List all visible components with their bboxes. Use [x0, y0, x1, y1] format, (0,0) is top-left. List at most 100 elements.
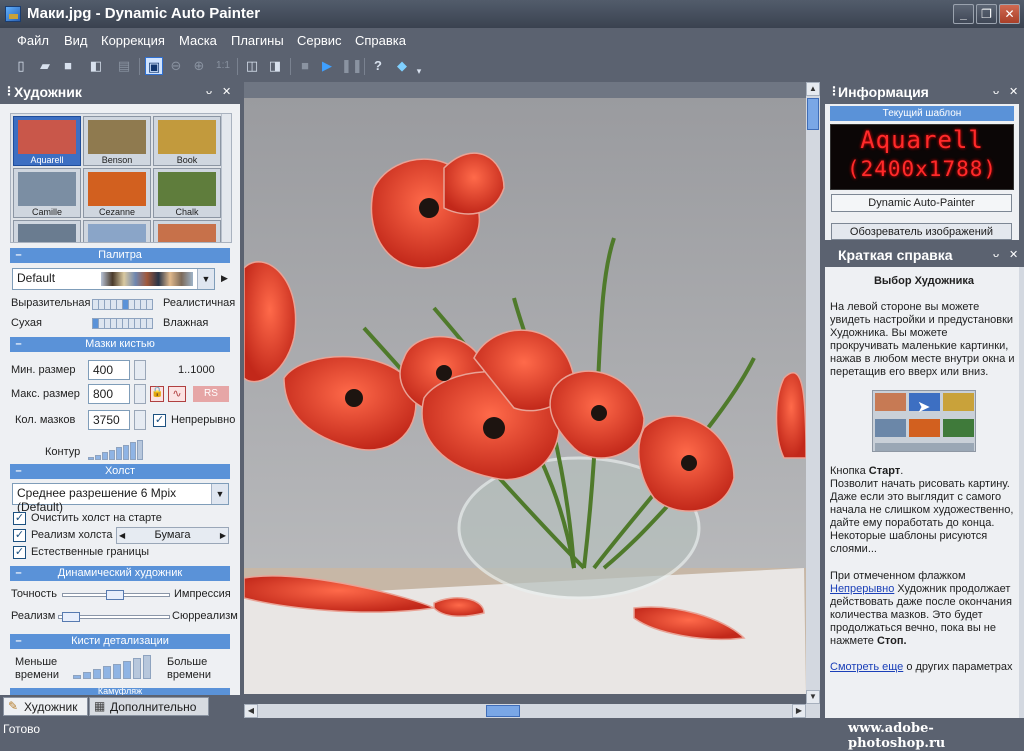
max-size-stepper[interactable] — [134, 384, 146, 404]
menu-file[interactable]: Файл — [17, 33, 49, 48]
natural-borders-checkbox[interactable]: ✓ — [13, 546, 26, 559]
zoom-actual-button[interactable]: 1:1 — [214, 57, 232, 75]
scroll-up-icon[interactable]: ▲ — [806, 82, 820, 96]
split-view-icon[interactable]: ◫ — [243, 57, 261, 75]
menu-correction[interactable]: Коррекция — [101, 33, 165, 48]
artist-thumb[interactable]: Camille — [13, 168, 81, 218]
help-icon[interactable]: ? — [369, 57, 387, 75]
artist-thumb[interactable]: Book — [153, 116, 221, 166]
dynamic-artist-section[interactable]: – Динамический художник — [10, 566, 230, 581]
eraser-icon[interactable]: ◆ — [393, 57, 411, 75]
slider-tick[interactable] — [146, 299, 153, 310]
close-button[interactable]: ✕ — [999, 4, 1020, 24]
canvas-section[interactable]: – Холст — [10, 464, 230, 479]
stroke-count-stepper[interactable] — [134, 410, 146, 430]
compare-view-icon[interactable]: ◨ — [266, 57, 284, 75]
resolution-select[interactable]: Среднее разрешение 6 Mpix (Default) ▼ — [12, 483, 229, 514]
max-size-input[interactable]: 800 — [88, 384, 130, 404]
pin-icon[interactable]: ᴗ — [993, 248, 999, 260]
toolbar-overflow-icon[interactable]: ▾ — [414, 62, 424, 80]
level-bar[interactable] — [113, 664, 121, 679]
level-bar[interactable] — [123, 445, 129, 460]
scroll-down-icon[interactable]: ▼ — [806, 690, 820, 704]
pause-icon[interactable]: ❚❚ — [341, 57, 363, 75]
scroll-right-icon[interactable]: ▶ — [792, 704, 806, 718]
level-bar[interactable] — [109, 450, 115, 460]
artist-thumb[interactable]: Cezanne — [83, 168, 151, 218]
canvas-realism-spinner[interactable]: ◀ Бумага ▶ — [116, 527, 229, 544]
realism-slider-thumb[interactable] — [62, 612, 80, 622]
play-icon[interactable]: ▶ — [318, 57, 336, 75]
level-bar[interactable] — [116, 447, 122, 460]
accuracy-slider-thumb[interactable] — [106, 590, 124, 600]
new-icon[interactable]: ▯ — [12, 57, 30, 75]
rs-button[interactable]: RS — [193, 386, 229, 402]
level-bar[interactable] — [102, 452, 108, 460]
wave-icon[interactable]: ∿ — [168, 386, 186, 402]
lock-icon[interactable]: 🔒 — [150, 386, 164, 402]
help-scrollbar[interactable] — [1019, 267, 1024, 718]
gallery-scrollbar[interactable] — [221, 114, 231, 242]
menu-help[interactable]: Справка — [355, 33, 406, 48]
level-bar[interactable] — [103, 666, 111, 679]
level-bar[interactable] — [88, 457, 94, 460]
level-bar[interactable] — [83, 672, 91, 679]
palette-more-icon[interactable]: ▶ — [221, 273, 228, 284]
level-bar[interactable] — [137, 440, 143, 460]
detail-slider[interactable] — [73, 655, 157, 679]
artist-thumb[interactable]: Aquarell — [13, 116, 81, 166]
min-size-input[interactable]: 400 — [88, 360, 130, 380]
menu-mask[interactable]: Маска — [179, 33, 217, 48]
level-bar[interactable] — [95, 455, 101, 460]
close-icon[interactable]: ✕ — [1009, 85, 1018, 98]
palette-section[interactable]: – Палитра — [10, 248, 230, 263]
wet-slider[interactable] — [92, 317, 154, 329]
continuous-help-link[interactable]: Непрерывно — [830, 583, 894, 595]
horizontal-scroll-thumb[interactable] — [486, 705, 520, 717]
menu-view[interactable]: Вид — [64, 33, 88, 48]
pin-icon[interactable]: ᴗ — [993, 85, 999, 97]
minimize-button[interactable]: _ — [953, 4, 974, 24]
min-size-stepper[interactable] — [134, 360, 146, 380]
close-icon[interactable]: ✕ — [222, 85, 231, 98]
continuous-checkbox[interactable]: ✓ — [153, 414, 166, 427]
pin-icon[interactable]: ᴗ — [206, 85, 212, 97]
artist-thumb[interactable] — [83, 220, 151, 242]
artist-gallery[interactable]: Aquarell Benson Book Camille Cezanne Chalk — [10, 113, 232, 243]
canvas-vertical-scrollbar[interactable]: ▲ ▼ — [806, 82, 820, 704]
camouflage-section[interactable]: Камуфляж — [10, 688, 230, 695]
zoom-out-icon[interactable]: ⊖ — [167, 57, 185, 75]
level-bar[interactable] — [130, 442, 136, 460]
level-bar[interactable] — [93, 669, 101, 679]
tab-artist[interactable]: ✎ Художник — [3, 697, 88, 716]
stop-icon[interactable]: ■ — [296, 57, 314, 75]
level-bar[interactable] — [123, 661, 131, 679]
open-folder-icon[interactable]: ▰ — [36, 57, 54, 75]
painting-canvas[interactable] — [244, 98, 806, 694]
fit-view-icon[interactable]: ▣ — [145, 57, 163, 75]
see-more-link[interactable]: Смотреть еще — [830, 661, 903, 673]
save-all-icon[interactable]: ◧ — [87, 57, 105, 75]
scroll-left-icon[interactable]: ◀ — [244, 704, 258, 718]
level-bar[interactable] — [133, 658, 141, 679]
artist-thumb[interactable] — [153, 220, 221, 242]
palette-select[interactable]: Default ▼ — [12, 268, 215, 290]
print-icon[interactable]: ▤ — [115, 57, 133, 75]
brush-section[interactable]: – Мазки кистью — [10, 337, 230, 352]
image-browser-button[interactable]: Обозреватель изображений — [831, 223, 1012, 240]
contour-slider[interactable] — [88, 440, 148, 460]
vertical-scroll-thumb[interactable] — [807, 98, 819, 130]
menu-service[interactable]: Сервис — [297, 33, 342, 48]
stroke-count-input[interactable]: 3750 — [88, 410, 130, 430]
slider-tick[interactable] — [146, 318, 153, 329]
close-icon[interactable]: ✕ — [1009, 248, 1018, 261]
artist-thumb[interactable]: Benson — [83, 116, 151, 166]
expressive-slider[interactable] — [92, 298, 154, 310]
menu-plugins[interactable]: Плагины — [231, 33, 284, 48]
level-bar[interactable] — [73, 675, 81, 679]
canvas-horizontal-scrollbar[interactable]: ◀ ▶ — [244, 704, 820, 718]
artist-thumb[interactable] — [13, 220, 81, 242]
maximize-button[interactable]: ❐ — [976, 4, 997, 24]
app-name-button[interactable]: Dynamic Auto-Painter — [831, 194, 1012, 212]
tab-additional[interactable]: ▦ Дополнительно — [89, 697, 209, 716]
